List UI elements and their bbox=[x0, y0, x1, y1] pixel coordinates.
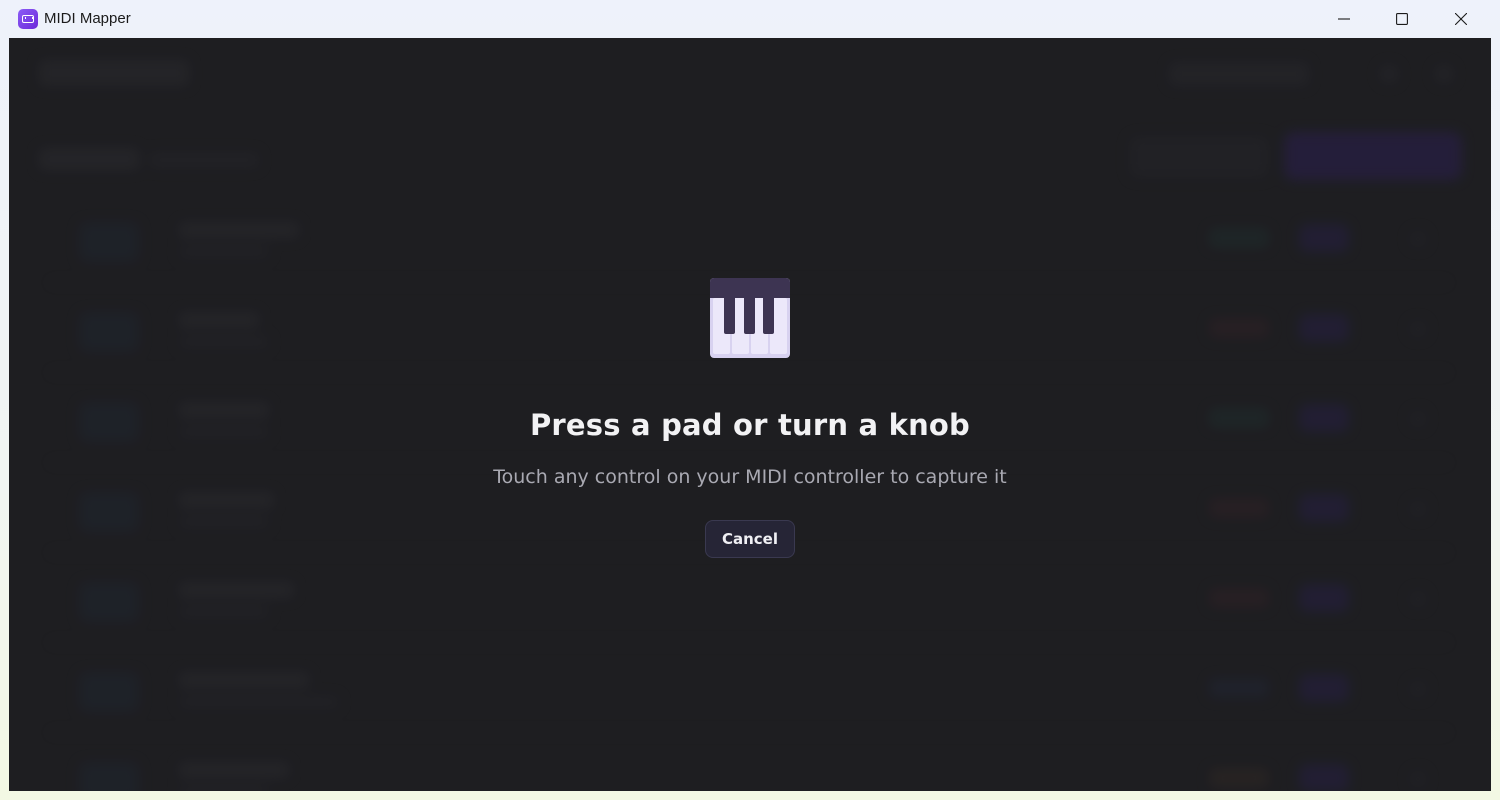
maximize-icon bbox=[1396, 13, 1408, 25]
title-bar[interactable]: MIDI Mapper bbox=[0, 0, 1500, 38]
window-title: MIDI Mapper bbox=[44, 10, 131, 27]
midi-keyboard-icon bbox=[18, 9, 38, 29]
piano-keys-icon bbox=[710, 278, 790, 358]
close-icon bbox=[1455, 13, 1467, 25]
cancel-button[interactable]: Cancel bbox=[705, 520, 795, 558]
capture-prompt: Press a pad or turn a knob Touch any con… bbox=[9, 38, 1491, 791]
minimize-button[interactable] bbox=[1315, 0, 1373, 38]
prompt-subtitle: Touch any control on your MIDI controlle… bbox=[493, 466, 1007, 488]
minimize-icon bbox=[1338, 18, 1350, 20]
prompt-title: Press a pad or turn a knob bbox=[529, 408, 971, 442]
app-window: Press a pad or turn a knob Touch any con… bbox=[9, 38, 1491, 791]
maximize-button[interactable] bbox=[1373, 0, 1431, 38]
close-button[interactable] bbox=[1432, 0, 1490, 38]
